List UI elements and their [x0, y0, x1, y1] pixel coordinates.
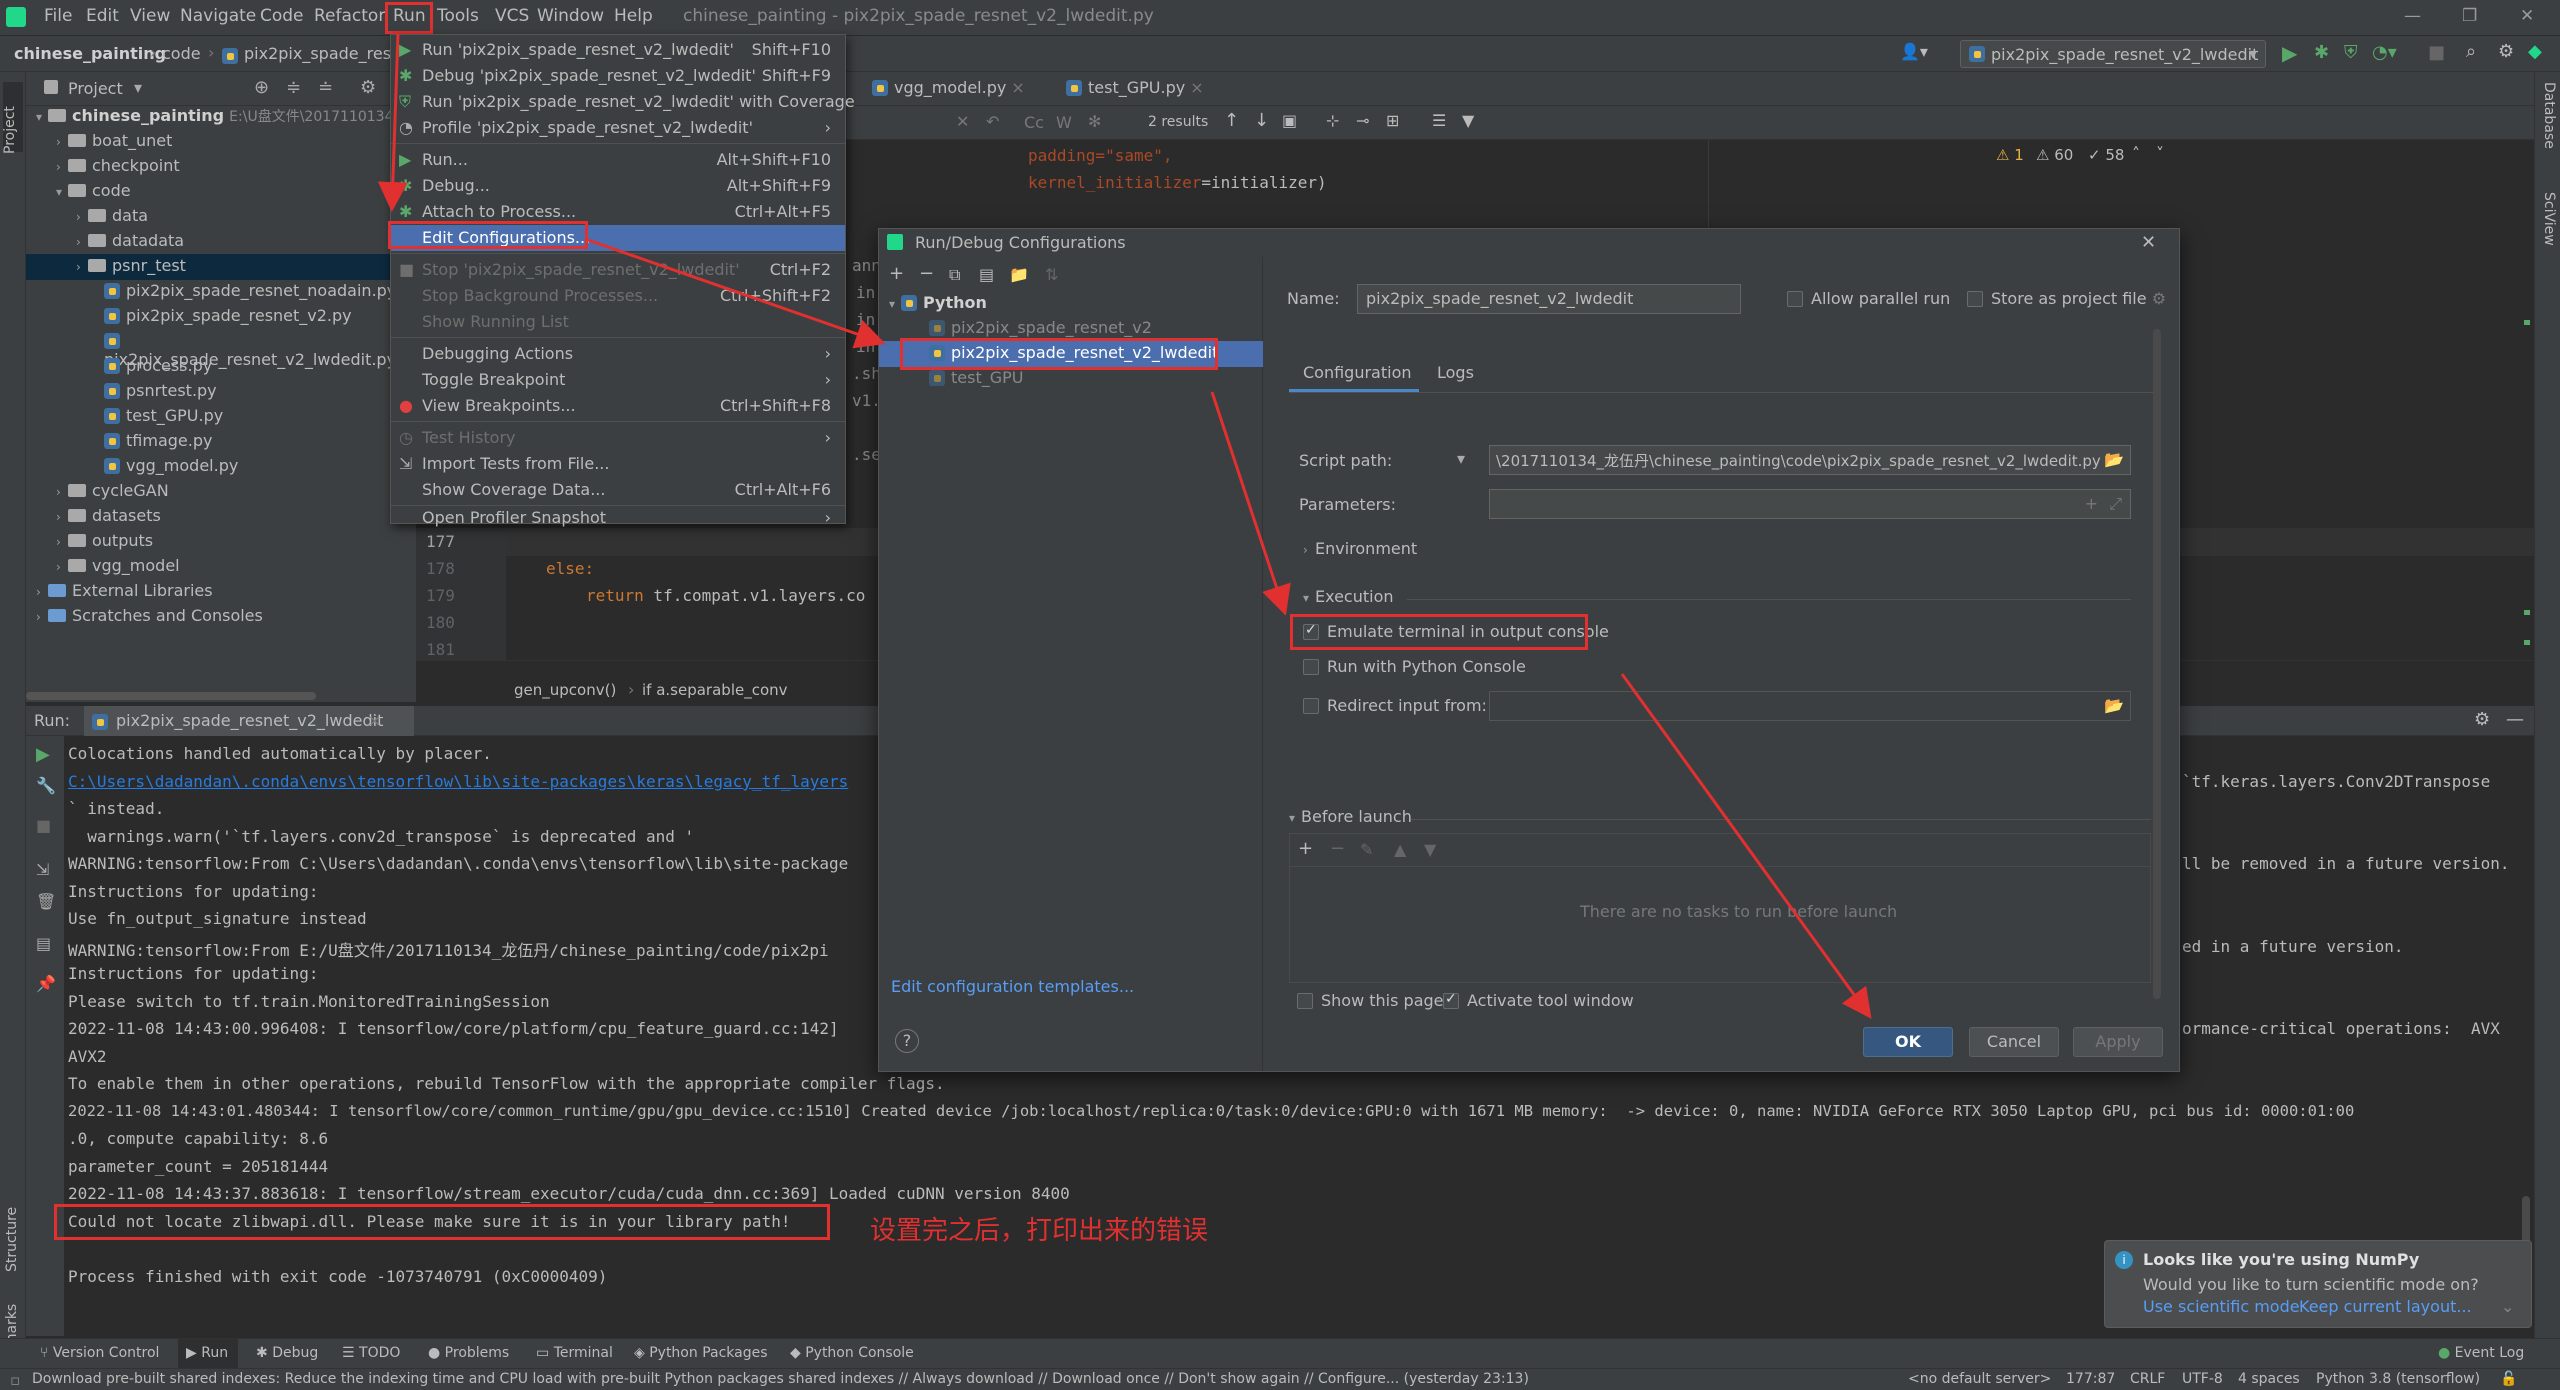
annotation-arrows [377, 33, 1872, 1019]
arrow-config-to-emulate [1210, 391, 1291, 616]
arrow-item-to-dialog [587, 238, 886, 349]
arrow-emulate-to-ok [1620, 673, 1872, 1019]
arrow-menu-to-item [377, 33, 408, 212]
